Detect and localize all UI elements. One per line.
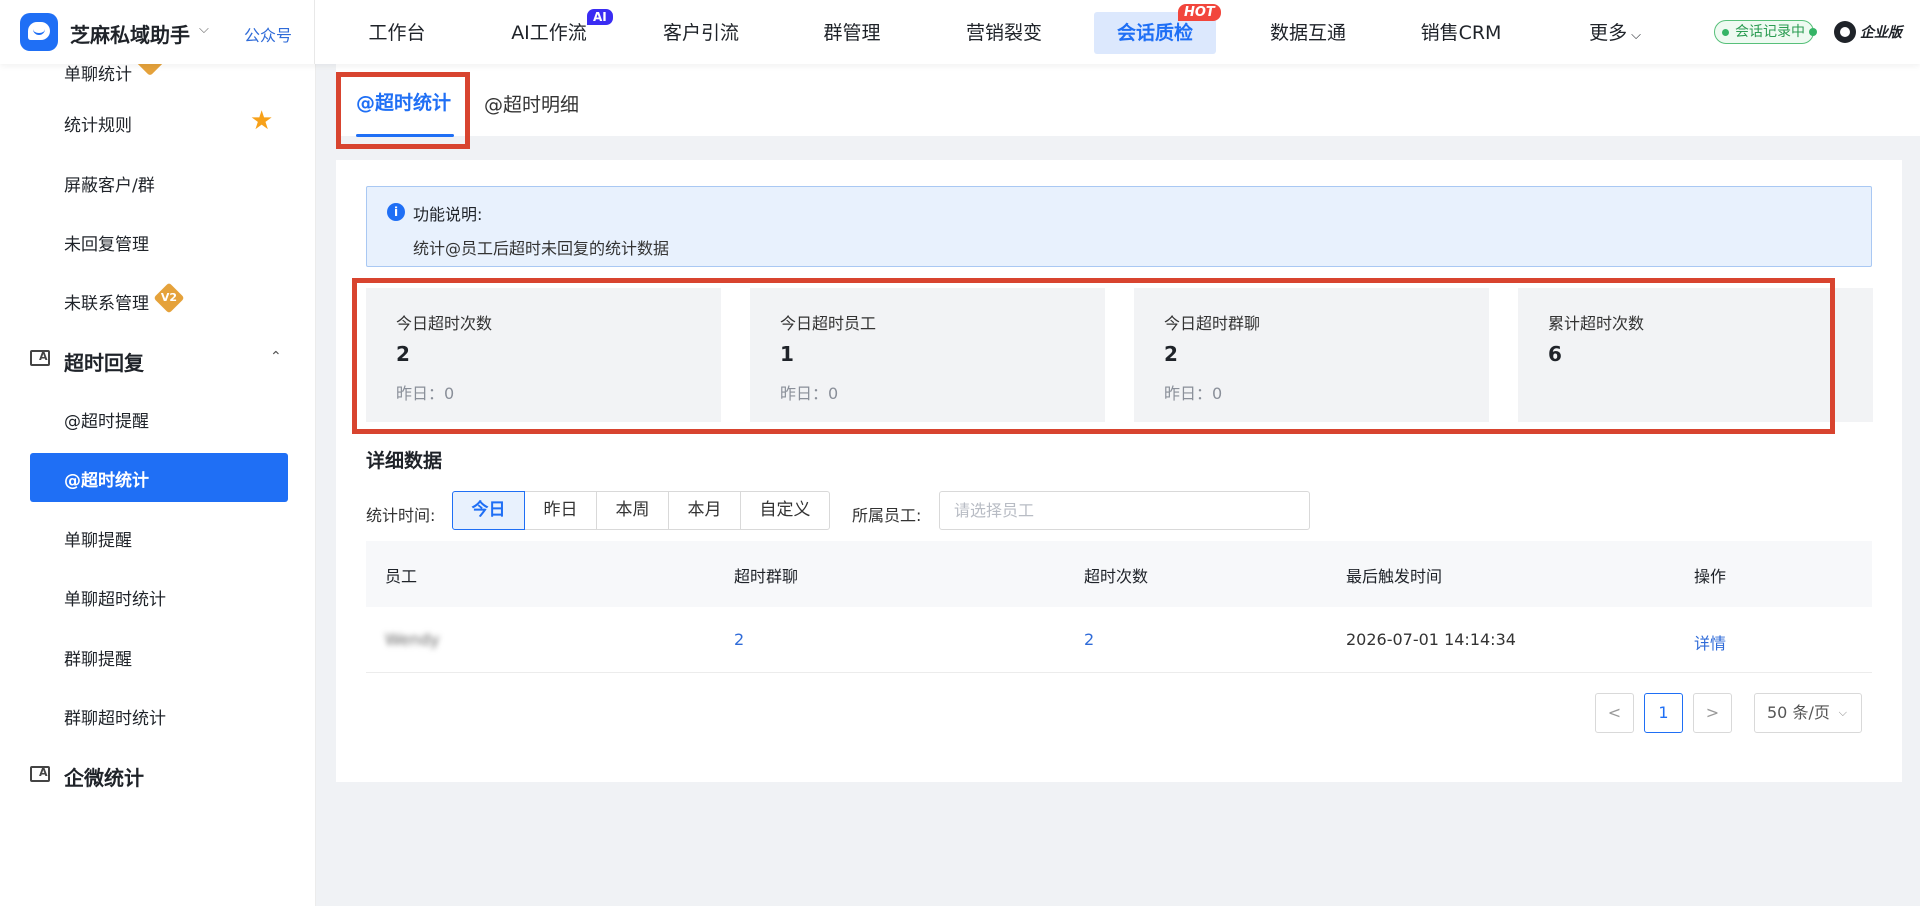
time-option-this-week[interactable]: 本周 (596, 491, 669, 530)
nav-marketing-fission[interactable]: 营销裂变 (962, 0, 1046, 64)
cell-timeout-groups-link[interactable]: 2 (734, 630, 744, 649)
column-header-action: 操作 (1694, 567, 1727, 586)
time-option-today[interactable]: 今日 (452, 491, 525, 530)
brand-name[interactable]: 芝麻私域助手 (70, 19, 190, 48)
detail-section-title: 详细数据 (366, 450, 443, 472)
nav-workbench[interactable]: 工作台 (360, 0, 434, 64)
column-header-timeout-groups: 超时群聊 (734, 567, 799, 586)
v2-badge-icon (135, 64, 165, 77)
nav-group-management[interactable]: 群管理 (820, 0, 884, 64)
page-size-select[interactable]: 50 条/页 ⌵ (1754, 693, 1862, 733)
stat-time-label: 统计时间: (366, 506, 436, 525)
table-header: 员工 超时群聊 超时次数 最后触发时间 操作 (366, 541, 1872, 607)
app-logo-icon[interactable] (20, 13, 58, 51)
notice-text: 统计@员工后超时未回复的统计数据 (413, 239, 670, 258)
time-option-this-month[interactable]: 本月 (668, 491, 741, 530)
v2-badge-icon: V2 (153, 282, 185, 314)
sidebar-item-label: @超时统计 (64, 471, 149, 491)
nav-more[interactable]: 更多 ⌵ (1580, 0, 1650, 64)
sidebar-item-group-chat-timeout-stats[interactable]: 群聊超时统计 (64, 704, 166, 729)
cell-last-trigger-time: 2026-07-01 14:14:34 (1346, 630, 1516, 649)
star-icon[interactable]: ★ (250, 108, 276, 134)
table-row: Wendy 2 2 2026-07-01 14:14:34 详情 (366, 607, 1872, 673)
sidebar-item-single-chat-timeout-stats[interactable]: 单聊超时统计 (64, 585, 166, 610)
employee-filter-label: 所属员工: (852, 506, 922, 525)
nav-customer-acquisition[interactable]: 客户引流 (660, 0, 742, 64)
column-header-last-trigger-time: 最后触发时间 (1346, 567, 1443, 586)
sidebar-item-at-timeout-reminder[interactable]: @超时提醒 (64, 407, 149, 432)
nav-data-interop[interactable]: 数据互通 (1266, 0, 1350, 64)
info-icon: i (387, 203, 405, 221)
nav-ai-workflow[interactable]: AI工作流 (506, 0, 592, 64)
sidebar-item-single-chat-stats[interactable]: 单聊统计 (64, 64, 132, 85)
sidebar-item-stat-rules[interactable]: 统计规则 (64, 111, 132, 136)
time-range-selector: 今日 昨日 本周 本月 自定义 (452, 491, 830, 530)
highlight-box-stats (352, 278, 1835, 434)
page-size-label: 50 条/页 (1767, 703, 1830, 722)
highlight-box-tab (336, 72, 470, 149)
chevron-down-icon[interactable]: ⌵ (199, 22, 209, 37)
wecom-stats-icon (30, 766, 50, 782)
top-navigation-bar: 芝麻私域助手 ⌵ 公众号 工作台 AI工作流 AI 客户引流 群管理 营销裂变 … (0, 0, 1920, 64)
cell-employee: Wendy (385, 630, 440, 649)
column-header-employee: 员工 (385, 567, 418, 586)
chevron-up-icon[interactable]: ⌃ (270, 349, 282, 365)
enterprise-edition-label[interactable]: 企业版 (1860, 22, 1902, 42)
sidebar-item-block-customer-group[interactable]: 屏蔽客户/群 (64, 171, 155, 196)
prev-page-button[interactable]: < (1595, 693, 1634, 733)
cell-timeout-count-link[interactable]: 2 (1084, 630, 1094, 649)
sidebar-item-unreplied-management[interactable]: 未回复管理 (64, 230, 149, 255)
tab-at-timeout-details[interactable]: @超时明细 (484, 90, 579, 117)
time-option-custom[interactable]: 自定义 (740, 491, 830, 530)
sidebar-group-wecom-stats[interactable]: 企微统计 (64, 762, 144, 791)
time-option-yesterday[interactable]: 昨日 (524, 491, 597, 530)
v2-badge-label: V2 (160, 291, 178, 304)
sidebar-item-at-timeout-stats[interactable]: @超时统计 (30, 453, 288, 502)
sidebar: 单聊统计 统计规则 ★ 屏蔽客户/群 未回复管理 未联系管理 V2 超时回复 ⌃… (0, 64, 316, 906)
sidebar-item-group-chat-reminder[interactable]: 群聊提醒 (64, 645, 132, 670)
sidebar-item-single-chat-reminder[interactable]: 单聊提醒 (64, 526, 132, 551)
next-page-button[interactable]: > (1693, 693, 1732, 733)
hot-badge: HOT (1178, 4, 1221, 21)
timeout-group-icon (30, 350, 50, 366)
nav-divider (314, 0, 315, 64)
column-header-timeout-count: 超时次数 (1084, 567, 1149, 586)
feature-notice: i 功能说明: 统计@员工后超时未回复的统计数据 (366, 186, 1872, 267)
ai-badge: AI (587, 9, 613, 25)
sidebar-item-uncontacted-management[interactable]: 未联系管理 (64, 289, 149, 314)
page-number-button[interactable]: 1 (1644, 693, 1683, 733)
official-account-link[interactable]: 公众号 (244, 22, 292, 46)
notice-title: 功能说明: (413, 205, 483, 224)
sidebar-group-timeout-reply[interactable]: 超时回复 (64, 347, 144, 376)
chevron-down-icon: ⌵ (1631, 28, 1641, 43)
nav-more-label: 更多 (1589, 22, 1628, 44)
chevron-down-icon: ⌵ (1838, 706, 1847, 719)
details-link[interactable]: 详情 (1694, 630, 1726, 654)
employee-select-input[interactable] (939, 491, 1310, 530)
enterprise-icon (1834, 21, 1856, 43)
recording-status-badge[interactable]: 会话记录中 (1714, 20, 1817, 44)
nav-sales-crm[interactable]: 销售CRM (1418, 0, 1504, 64)
